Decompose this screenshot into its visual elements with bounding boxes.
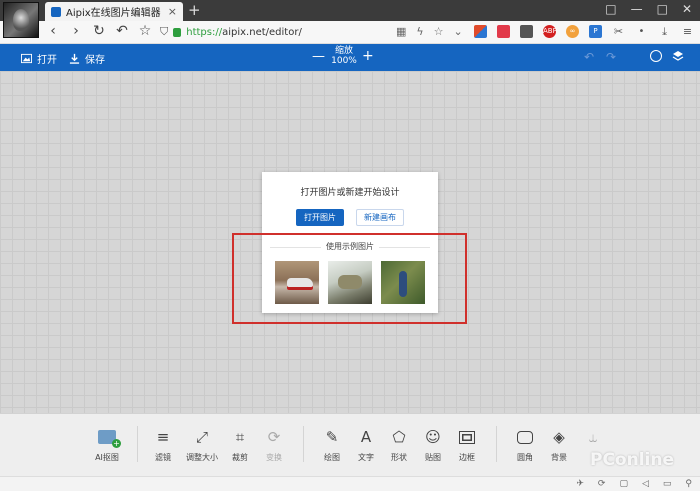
window-restore-icon[interactable]: □ — [605, 2, 616, 16]
star-icon[interactable]: ☆ — [434, 25, 444, 38]
window-minimize-icon[interactable]: — — [631, 2, 643, 16]
frame-icon — [459, 430, 475, 444]
open-image-button[interactable]: 打开图片 — [296, 209, 344, 226]
tool-border[interactable]: 边框 — [447, 428, 487, 463]
new-canvas-button[interactable]: 新建画布 — [356, 209, 404, 226]
window-controls: □ — □ ✕ — [605, 2, 692, 16]
smiley-icon: ☺ — [425, 428, 441, 446]
menu-icon[interactable]: ≡ — [681, 25, 694, 38]
separator — [496, 426, 497, 462]
tool-label: AI抠图 — [95, 453, 119, 462]
transform-icon: ⟳ — [267, 428, 281, 446]
tab-favicon — [51, 6, 61, 17]
bookmark-icon[interactable]: ☆ — [138, 23, 152, 39]
address-actions: ▦ ϟ ☆ ⌄ — [396, 25, 463, 38]
browser-tab-bar: Aipix在线图片编辑器 × + □ — □ ✕ — [0, 0, 700, 38]
browser-tab[interactable]: Aipix在线图片编辑器 × — [45, 2, 183, 21]
tool-filter[interactable]: ≡ 滤镜 — [143, 428, 183, 463]
new-tab-button[interactable]: + — [188, 1, 201, 19]
separator — [137, 426, 138, 462]
tool-transform[interactable]: ⟳ 变换 — [254, 428, 294, 463]
shield-icon: ⛉ — [160, 25, 169, 38]
open-label: 打开 — [37, 55, 57, 66]
back-icon[interactable]: ‹ — [46, 23, 60, 39]
tab-close-icon[interactable]: × — [168, 5, 177, 18]
save-button[interactable]: 保存 — [69, 51, 105, 66]
zoom-in-button[interactable]: + — [362, 48, 374, 64]
ext-infinity-icon[interactable]: ∞ — [566, 25, 579, 38]
merge-icon: ⥿ — [588, 428, 598, 446]
ext-abp-icon[interactable]: ABP — [543, 25, 557, 38]
ext-p-icon[interactable]: P — [589, 25, 602, 38]
tool-label: 背景 — [551, 453, 567, 462]
url-field[interactable]: ⛉ https://aipix.net/editor/ — [160, 25, 302, 39]
editor-top-toolbar: 打开 保存 — 缩放 100% + ↶ ↷ — [0, 44, 700, 71]
tool-label: 边框 — [459, 453, 475, 462]
dialog-title: 打开图片或新建开始设计 — [300, 188, 400, 198]
speaker-icon[interactable]: ◁ — [642, 479, 649, 489]
history-icon[interactable] — [650, 50, 662, 62]
reload-icon[interactable]: ↻ — [92, 23, 106, 39]
pencil-icon: ✎ — [325, 428, 339, 446]
lightning-icon[interactable]: ϟ — [416, 25, 423, 38]
image-icon — [21, 53, 32, 64]
plane-icon[interactable]: ✈ — [576, 479, 584, 489]
paint-bucket-icon: ◈ — [553, 428, 565, 446]
redo-icon[interactable]: ↷ — [606, 50, 616, 64]
rounded-corner-icon — [517, 430, 533, 444]
ext-colorful-icon[interactable] — [474, 25, 487, 38]
tool-label: 变换 — [266, 453, 282, 462]
window-close-icon[interactable]: ✕ — [682, 2, 692, 16]
browser-status-bar: ✈ ⟳ ▢ ◁ ▭ ⚲ — [0, 476, 700, 491]
tab-title: Aipix在线图片编辑器 — [66, 8, 161, 19]
tool-label: 调整大小 — [186, 453, 218, 462]
sync-icon[interactable]: ⟳ — [598, 479, 606, 489]
download-icon[interactable]: ⤓ — [658, 25, 671, 38]
qr-icon[interactable]: ▦ — [396, 25, 406, 38]
download-icon — [69, 53, 80, 64]
nav-buttons: ‹ › ↻ ↶ ☆ — [46, 23, 152, 39]
separator — [303, 426, 304, 462]
undo-close-icon[interactable]: ↶ — [115, 23, 129, 39]
dropdown-icon[interactable]: ⌄ — [454, 25, 463, 38]
address-bar: ‹ › ↻ ↶ ☆ ⛉ https://aipix.net/editor/ ▦ … — [0, 21, 700, 44]
save-label: 保存 — [85, 55, 105, 66]
scissors-icon[interactable]: ✂ — [612, 25, 625, 38]
zoom-search-icon[interactable]: ⚲ — [685, 479, 692, 489]
layers-icon[interactable] — [672, 50, 684, 62]
text-icon: A — [360, 428, 372, 446]
screen-icon[interactable]: ▭ — [663, 479, 672, 489]
window-icon[interactable]: ▢ — [619, 479, 628, 489]
red-highlight-box — [232, 233, 467, 324]
sliders-icon: ≡ — [156, 428, 170, 446]
tool-ai-matting[interactable]: AI抠图 — [87, 428, 127, 463]
extension-icons: ABP ∞ P ✂ • ⤓ ≡ — [474, 25, 694, 38]
resize-icon: ⤢ — [195, 428, 208, 446]
status-icons: ✈ ⟳ ▢ ◁ ▭ ⚲ — [576, 479, 692, 489]
open-button[interactable]: 打开 — [21, 51, 57, 66]
profile-avatar[interactable] — [3, 2, 39, 38]
dots-icon[interactable]: • — [635, 25, 648, 38]
ext-pocket-icon[interactable] — [497, 25, 510, 38]
url-text: https://aipix.net/editor/ — [186, 26, 302, 38]
shape-icon: ⬠ — [392, 428, 406, 446]
window-maximize-icon[interactable]: □ — [657, 2, 668, 16]
ai-matting-icon — [98, 430, 121, 448]
tool-merge[interactable]: ⥿ — [573, 428, 613, 452]
ext-note-icon[interactable] — [520, 25, 533, 38]
forward-icon[interactable]: › — [69, 23, 83, 39]
undo-icon[interactable]: ↶ — [584, 50, 594, 64]
lock-icon — [173, 27, 182, 37]
crop-icon: ⌗ — [235, 428, 245, 446]
watermark-logo: PConline — [590, 450, 675, 470]
tool-resize[interactable]: ⤢ 调整大小 — [182, 428, 222, 463]
tool-label: 滤镜 — [155, 453, 171, 462]
